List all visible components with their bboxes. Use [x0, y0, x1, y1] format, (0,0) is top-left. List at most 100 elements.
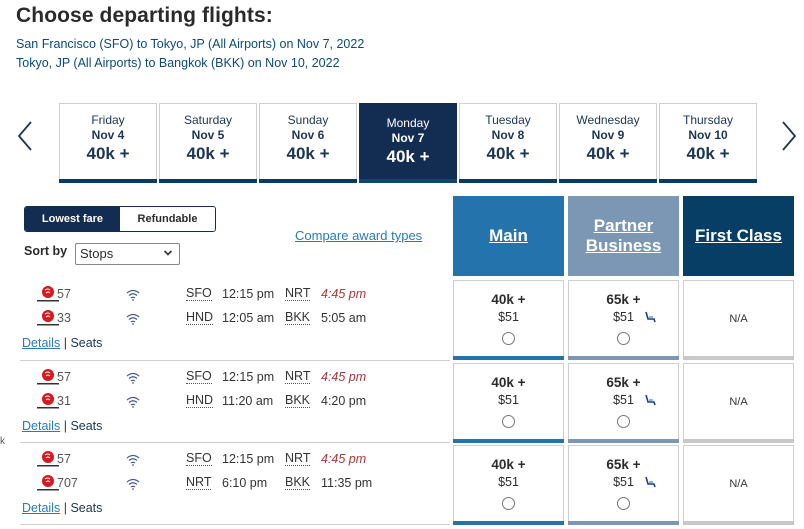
cabin-header-partner-line1: Partner	[593, 216, 654, 235]
compare-award-types-link[interactable]: Compare award types	[295, 228, 422, 243]
fare-radio[interactable]	[502, 332, 515, 345]
arrival-time: 5:05 am	[321, 311, 367, 325]
seats-link[interactable]: Seats	[70, 501, 102, 515]
fare-taxes: $51	[613, 310, 634, 324]
next-dates-button[interactable]	[780, 120, 798, 152]
date-tab-fare: 40k +	[86, 144, 130, 163]
destination-airport[interactable]: NRT	[285, 287, 311, 301]
page-title: Choose departing flights:	[16, 4, 273, 27]
fare-cell-partner-business[interactable]: 65k + $51	[568, 445, 679, 525]
refundable-option[interactable]: Refundable	[120, 207, 215, 231]
fare-radio[interactable]	[617, 497, 630, 510]
cabin-header-first-label: First Class	[695, 226, 782, 245]
fare-cell-first-class: N/A	[683, 280, 794, 360]
cabin-header-first-class[interactable]: First Class	[683, 196, 794, 276]
date-tab-nov-6[interactable]: Sunday Nov 6 40k +	[259, 103, 357, 183]
flight-number: 31	[57, 394, 71, 408]
link-separator: |	[63, 501, 67, 515]
date-tab-nov-10[interactable]: Thursday Nov 10 40k +	[659, 103, 757, 183]
fare-taxes-wrap: $51	[613, 310, 656, 324]
fare-taxes-wrap: $51	[613, 475, 656, 489]
date-tab-day: Friday	[91, 113, 125, 127]
date-tab-fare: 40k +	[286, 144, 330, 163]
flight-number: 57	[57, 287, 71, 301]
row-divider	[20, 360, 450, 361]
destination-airport[interactable]: BKK	[285, 311, 311, 325]
origin-airport[interactable]: SFO	[186, 287, 212, 301]
arrival-time: 4:45 pm	[321, 370, 367, 384]
destination-airport[interactable]: BKK	[285, 476, 311, 490]
departure-time: 12:15 pm	[222, 370, 275, 384]
date-tab-fare: 40k +	[386, 147, 430, 166]
route-outbound: San Francisco (SFO) to Tokyo, JP (All Ai…	[16, 37, 365, 51]
fare-radio[interactable]	[617, 415, 630, 428]
cabin-header-main[interactable]: Main	[453, 196, 564, 276]
date-tab-day: Saturday	[183, 113, 233, 127]
fare-taxes: $51	[498, 475, 519, 489]
arrival-time: 4:20 pm	[321, 394, 367, 408]
origin-airport[interactable]: HND	[186, 394, 214, 408]
arrival-time: 11:35 pm	[321, 476, 373, 490]
fare-radio[interactable]	[617, 332, 630, 345]
date-tab-fare: 40k +	[686, 144, 730, 163]
origin-airport[interactable]: HND	[186, 311, 214, 325]
date-tab-day: Thursday	[682, 113, 734, 127]
fare-cell-main[interactable]: 40k + $51	[453, 445, 564, 525]
prev-dates-button[interactable]	[16, 120, 34, 152]
sort-by-select[interactable]: Stops	[75, 243, 180, 265]
lie-flat-seat-icon	[644, 476, 656, 488]
date-tab-nov-8[interactable]: Tuesday Nov 8 40k +	[459, 103, 557, 183]
details-link[interactable]: Details	[22, 501, 60, 515]
seats-link[interactable]: Seats	[70, 336, 102, 350]
destination-airport[interactable]: NRT	[285, 452, 311, 466]
cabin-header-main-label: Main	[489, 226, 528, 245]
destination-airport[interactable]: NRT	[285, 370, 311, 384]
details-link[interactable]: Details	[22, 336, 60, 350]
details-link[interactable]: Details	[22, 419, 60, 433]
link-separator: |	[63, 419, 67, 433]
fare-cell-partner-business[interactable]: 65k + $51	[568, 363, 679, 443]
chevron-right-icon	[782, 121, 797, 151]
date-tab-nov-4[interactable]: Friday Nov 4 40k +	[59, 103, 157, 183]
fare-cell-partner-business[interactable]: 65k + $51	[568, 280, 679, 360]
lowest-fare-option[interactable]: Lowest fare	[25, 207, 120, 231]
flight-number: 33	[57, 311, 71, 325]
route-connection: Tokyo, JP (All Airports) to Bangkok (BKK…	[16, 56, 340, 70]
origin-airport[interactable]: SFO	[186, 452, 212, 466]
fare-type-toggle: Lowest fare Refundable	[24, 206, 216, 232]
fare-radio[interactable]	[502, 415, 515, 428]
date-tab-nov-7[interactable]: Monday Nov 7 40k +	[359, 103, 457, 183]
flight-links: Details | Seats	[22, 501, 102, 515]
flight-number: 57	[57, 452, 71, 466]
origin-airport[interactable]: NRT	[186, 476, 212, 490]
fare-not-available: N/A	[729, 396, 748, 408]
departure-time: 11:20 am	[222, 394, 274, 408]
fare-miles: 65k +	[606, 457, 641, 472]
origin-airport[interactable]: SFO	[186, 370, 212, 384]
fare-miles: 65k +	[606, 292, 641, 307]
fare-radio[interactable]	[502, 497, 515, 510]
fare-taxes: $51	[498, 310, 519, 324]
fare-taxes: $51	[613, 393, 634, 407]
seats-link[interactable]: Seats	[70, 419, 102, 433]
wifi-icon	[126, 312, 140, 325]
destination-airport[interactable]: BKK	[285, 394, 311, 408]
date-tab-fare: 40k +	[486, 144, 530, 163]
link-separator: |	[63, 336, 67, 350]
wifi-icon	[126, 453, 140, 466]
fare-miles: 40k +	[491, 375, 526, 390]
lie-flat-seat-icon	[644, 311, 656, 323]
chevron-down-icon	[163, 248, 173, 261]
date-tab-nov-9[interactable]: Wednesday Nov 9 40k +	[559, 103, 657, 183]
departure-time: 12:05 am	[222, 311, 275, 325]
cabin-header-partner-business[interactable]: Partner Business	[568, 196, 679, 276]
fare-taxes-wrap: $51	[613, 393, 656, 407]
fare-cell-main[interactable]: 40k + $51	[453, 363, 564, 443]
date-tab-nov-5[interactable]: Saturday Nov 5 40k +	[159, 103, 257, 183]
date-tabs: Friday Nov 4 40k + Saturday Nov 5 40k + …	[59, 103, 759, 183]
date-tab-date: Nov 7	[391, 131, 425, 145]
fare-cell-main[interactable]: 40k + $51	[453, 280, 564, 360]
fare-not-available: N/A	[729, 478, 748, 490]
row-divider	[20, 524, 450, 525]
wifi-icon	[126, 288, 140, 301]
